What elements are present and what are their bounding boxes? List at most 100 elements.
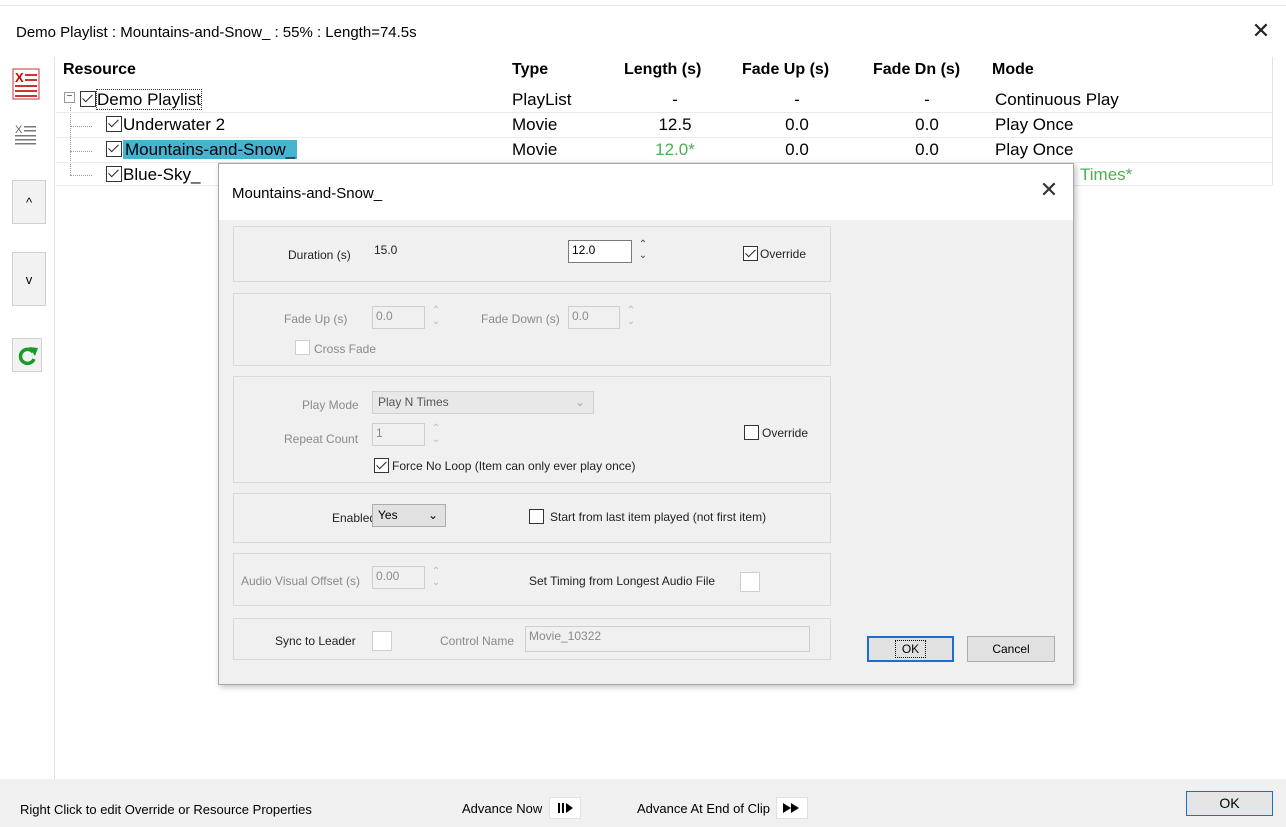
ok-button[interactable]: OK (1186, 791, 1273, 816)
fade-up-spinner[interactable]: ⌃ ⌄ (430, 305, 442, 331)
chevron-down-icon: ⌄ (427, 508, 438, 522)
svg-text:X: X (15, 70, 24, 85)
row-divider (56, 112, 1272, 113)
row-fade-up: 0.0 (785, 115, 809, 134)
play-mode-label: Play Mode (302, 398, 359, 412)
row-divider (56, 137, 1272, 138)
fast-forward-icon (783, 803, 799, 813)
av-offset-input[interactable]: 0.00 (372, 566, 425, 589)
av-offset-spinner[interactable]: ⌃ ⌄ (430, 566, 442, 592)
play-mode-override-checkbox[interactable] (744, 425, 759, 440)
row-checkbox[interactable] (80, 91, 96, 107)
force-no-loop-checkbox[interactable] (374, 458, 389, 473)
dialog-title: Mountains-and-Snow_ (232, 185, 383, 202)
fade-up-label: Fade Up (s) (284, 312, 348, 326)
fade-down-spinner[interactable]: ⌃ ⌄ (625, 305, 637, 331)
move-up-label: ^ (25, 194, 33, 210)
row-fade-dn: 0.0 (915, 140, 939, 159)
row-type: PlayList (512, 90, 572, 109)
row-length: - (672, 90, 678, 109)
row-fade-up: - (794, 90, 800, 109)
tree-row[interactable]: Blue-Sky_ (106, 164, 200, 186)
duration-original: 15.0 (374, 243, 398, 257)
tree-line (70, 151, 92, 152)
move-up-button[interactable]: ^ (12, 180, 46, 224)
move-down-label: v (25, 271, 33, 287)
footer-hint: Right Click to edit Override or Resource… (20, 802, 312, 817)
repeat-count-spinner[interactable]: ⌃ ⌄ (430, 423, 442, 449)
properties-dialog: Mountains-and-Snow_ ✕ Duration (s) 15.0 … (218, 163, 1074, 685)
set-timing-label: Set Timing from Longest Audio File (529, 574, 716, 588)
remove-list-icon[interactable]: X (12, 68, 40, 100)
start-from-last-checkbox[interactable] (529, 509, 544, 524)
panel-divider (54, 57, 55, 779)
row-type: Movie (512, 115, 558, 134)
sync-leader-label: Sync to Leader (275, 634, 356, 648)
av-offset-label: Audio Visual Offset (s) (241, 574, 360, 588)
control-name-input[interactable]: Movie_10322 (525, 626, 810, 652)
control-name-label: Control Name (440, 634, 515, 648)
sync-leader-checkbox[interactable] (372, 631, 392, 651)
tree-row-selected[interactable]: Mountains-and-Snow_ (106, 139, 298, 161)
tree-line (70, 107, 72, 175)
advance-now-label: Advance Now (462, 801, 543, 816)
row-length-override: 12.0* (655, 140, 695, 159)
close-icon[interactable]: ✕ (1248, 18, 1274, 44)
row-fade-up: 0.0 (785, 140, 809, 159)
advance-now-button[interactable] (549, 797, 581, 819)
header-fade-up[interactable]: Fade Up (s) (742, 61, 829, 79)
dialog-ok-button[interactable]: OK (867, 636, 954, 662)
dialog-close-icon[interactable]: ✕ (1036, 177, 1062, 203)
play-mode-select[interactable]: Play N Times ⌄ (372, 391, 594, 414)
tree-row[interactable]: Underwater 2 (106, 114, 225, 136)
row-name: Mountains-and-Snow_ (123, 140, 298, 159)
header-resource[interactable]: Resource (63, 61, 136, 79)
svg-text:X: X (15, 124, 23, 136)
tree-line (70, 126, 92, 127)
row-checkbox[interactable] (106, 116, 122, 132)
advance-end-label: Advance At End of Clip (637, 801, 770, 816)
set-timing-checkbox[interactable] (740, 572, 760, 592)
duration-spinner[interactable]: ⌃ ⌄ (637, 239, 649, 265)
row-checkbox[interactable] (106, 141, 122, 157)
header-mode[interactable]: Mode (992, 61, 1034, 79)
advance-end-button[interactable] (776, 797, 808, 819)
play-mode-override-label: Override (762, 426, 809, 440)
row-mode: Play Once (995, 115, 1074, 134)
enabled-label: Enabled (332, 511, 377, 525)
fade-up-input[interactable]: 0.0 (372, 306, 425, 329)
header-fade-dn[interactable]: Fade Dn (s) (873, 61, 960, 79)
duration-input[interactable]: 12.0 (568, 240, 632, 263)
force-no-loop-label: Force No Loop (Item can only ever play o… (392, 459, 636, 473)
row-name: Demo Playlist (96, 89, 202, 110)
repeat-count-label: Repeat Count (284, 432, 359, 446)
row-checkbox[interactable] (106, 166, 122, 182)
cross-fade-checkbox[interactable] (295, 340, 310, 355)
tree-line (70, 175, 92, 176)
refresh-icon (18, 347, 38, 366)
dialog-cancel-button[interactable]: Cancel (967, 636, 1055, 662)
row-name: Underwater 2 (123, 115, 226, 134)
header-length[interactable]: Length (s) (624, 61, 701, 79)
chevron-down-icon: ⌄ (574, 395, 585, 409)
duration-override-label: Override (760, 247, 807, 261)
collapse-icon[interactable]: − (64, 92, 75, 103)
tree-row[interactable]: Demo Playlist (80, 89, 202, 111)
skip-next-icon (558, 803, 573, 813)
row-mode-override: Times* (1080, 165, 1133, 184)
top-edge (0, 0, 1286, 6)
header-type[interactable]: Type (512, 61, 548, 79)
enabled-select[interactable]: Yes ⌄ (372, 504, 446, 527)
fade-down-input[interactable]: 0.0 (568, 306, 620, 329)
duration-override-checkbox[interactable] (743, 246, 758, 261)
repeat-count-input[interactable]: 1 (372, 423, 425, 446)
duration-label: Duration (s) (288, 248, 351, 262)
row-fade-dn: - (924, 90, 930, 109)
window-title: Demo Playlist : Mountains-and-Snow_ : 55… (16, 24, 417, 41)
row-mode: Play Once (995, 140, 1074, 159)
row-type: Movie (512, 140, 558, 159)
row-name: Blue-Sky_ (123, 165, 201, 184)
move-down-button[interactable]: v (12, 252, 46, 306)
refresh-button[interactable] (12, 338, 42, 372)
remove-item-icon[interactable]: X (14, 122, 38, 150)
